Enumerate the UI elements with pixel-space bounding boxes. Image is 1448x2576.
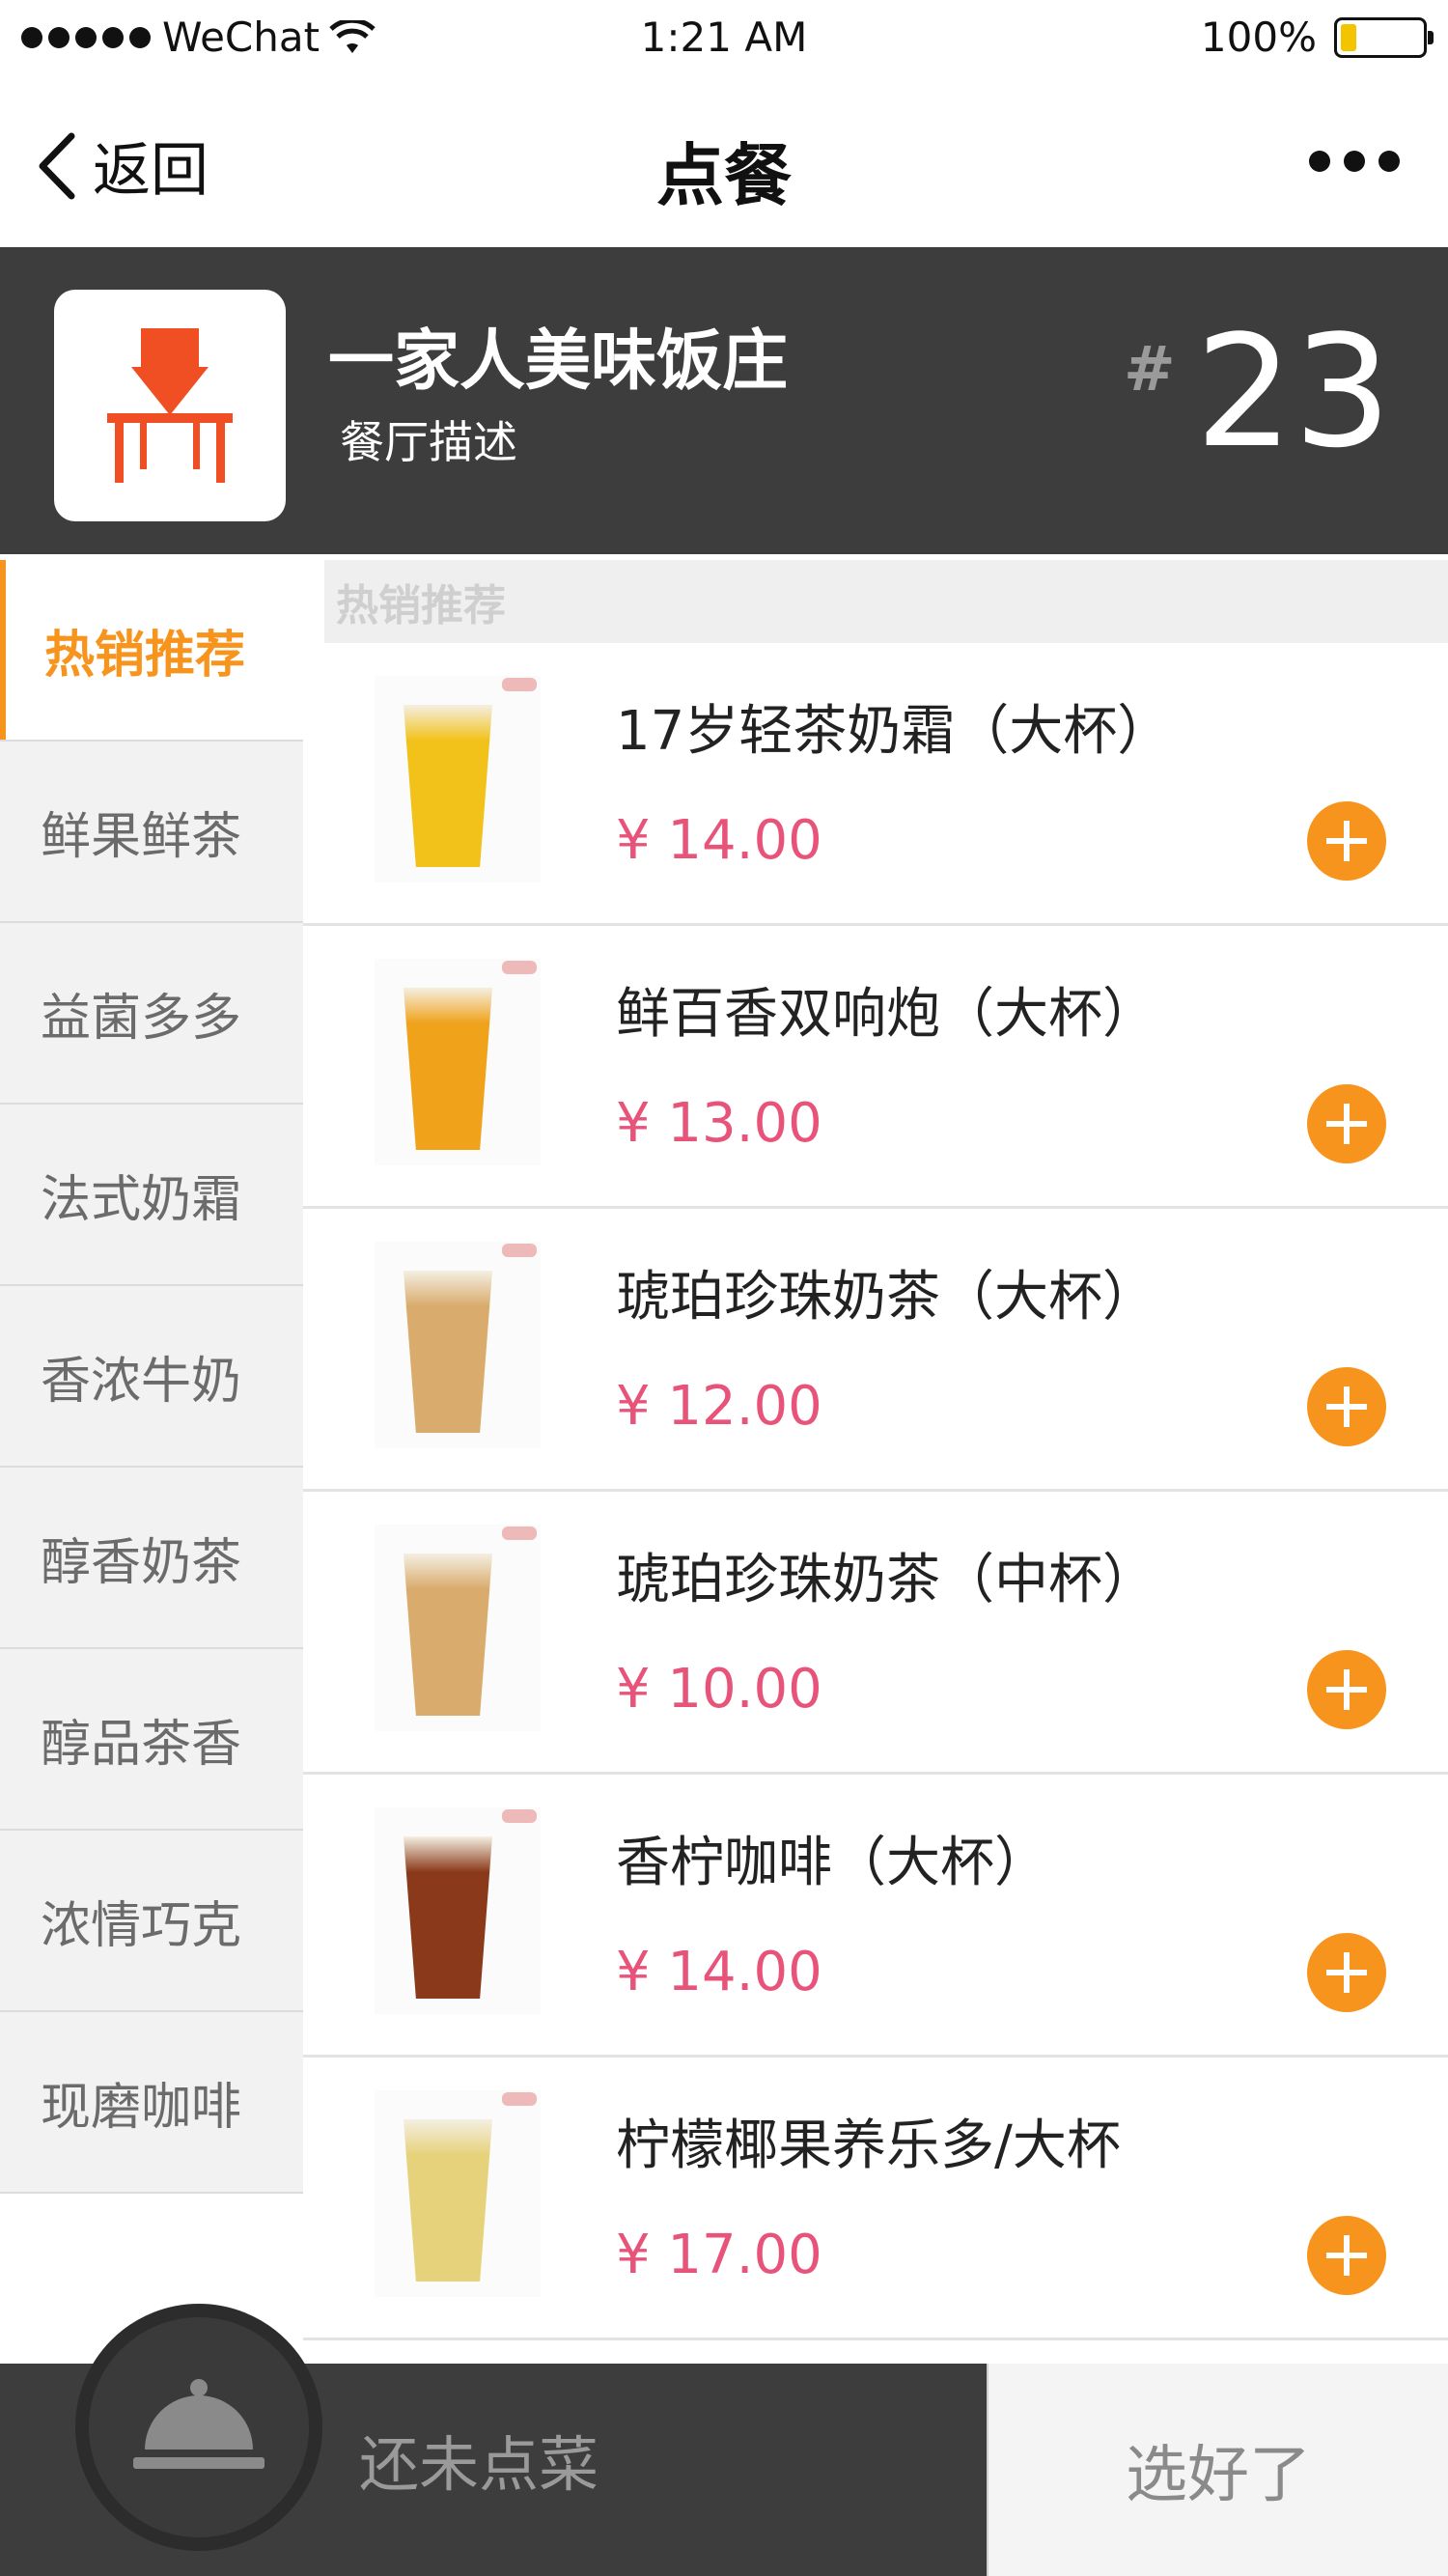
add-icon[interactable] <box>1307 1650 1386 1729</box>
category-item[interactable]: 香浓牛奶 <box>0 1286 303 1468</box>
menu-list: 热销推荐 17岁轻茶奶霜（大杯） ¥ 14.00 鲜百香双响炮（大杯） ¥ 13… <box>303 560 1448 2366</box>
status-right: 100% <box>1200 14 1434 61</box>
cloche-icon <box>133 2379 265 2469</box>
item-price: ¥ 10.00 <box>616 1658 822 1721</box>
status-bar: WeChat 1:21 AM 100% <box>0 0 1448 77</box>
menu-item[interactable]: 香柠咖啡（大杯） ¥ 14.00 <box>303 1775 1448 2058</box>
product-image <box>375 2090 541 2297</box>
nav-bar: 返回 点餐 <box>0 77 1448 247</box>
category-item[interactable]: 热销推荐 <box>0 560 303 742</box>
menu-item[interactable]: 琥珀珍珠奶茶（大杯） ¥ 12.00 <box>303 1209 1448 1492</box>
item-price: ¥ 17.00 <box>616 2224 822 2286</box>
battery-percent: 100% <box>1200 14 1317 61</box>
category-item[interactable]: 益菌多多 <box>0 923 303 1105</box>
item-name: 琥珀珍珠奶茶（中杯） <box>616 1549 1156 1611</box>
product-image <box>375 959 541 1165</box>
category-item[interactable]: 浓情巧克 <box>0 1831 303 2012</box>
battery-icon <box>1334 16 1434 58</box>
restaurant-name: 一家人美味饭庄 <box>328 323 789 400</box>
add-icon[interactable] <box>1307 1367 1386 1446</box>
cart-button[interactable] <box>75 2304 322 2551</box>
product-image <box>375 1807 541 2014</box>
add-icon[interactable] <box>1307 1933 1386 2012</box>
category-item[interactable]: 醇香奶茶 <box>0 1468 303 1649</box>
category-item[interactable]: 醇品茶香 <box>0 1649 303 1831</box>
item-name: 柠檬椰果养乐多/大杯 <box>616 2114 1121 2177</box>
table-number: 23 <box>1195 301 1392 482</box>
item-price: ¥ 14.00 <box>616 809 822 872</box>
category-item[interactable]: 鲜果鲜茶 <box>0 742 303 923</box>
item-name: 琥珀珍珠奶茶（大杯） <box>616 1266 1156 1329</box>
add-icon[interactable] <box>1307 2216 1386 2295</box>
menu-item[interactable]: 琥珀珍珠奶茶（中杯） ¥ 10.00 <box>303 1492 1448 1775</box>
menu-item[interactable]: 17岁轻茶奶霜（大杯） ¥ 14.00 <box>303 643 1448 926</box>
product-image <box>375 1525 541 1731</box>
item-name: 鲜百香双响炮（大杯） <box>616 983 1156 1046</box>
restaurant-description: 餐厅描述 <box>340 416 517 468</box>
category-item[interactable]: 现磨咖啡 <box>0 2012 303 2194</box>
add-icon[interactable] <box>1307 801 1386 881</box>
item-price: ¥ 12.00 <box>616 1375 822 1438</box>
category-sidebar: 热销推荐 鲜果鲜茶 益菌多多 法式奶霜 香浓牛奶 醇香奶茶 醇品茶香 浓情巧克 … <box>0 560 303 2194</box>
menu-item[interactable]: 柠檬椰果养乐多/大杯 ¥ 17.00 <box>303 2058 1448 2340</box>
restaurant-header: 一家人美味饭庄 餐厅描述 # 23 <box>0 247 1448 554</box>
add-icon[interactable] <box>1307 1084 1386 1163</box>
cart-empty-text: 还未点菜 <box>359 2429 599 2500</box>
item-price: ¥ 13.00 <box>616 1092 822 1155</box>
item-price: ¥ 14.00 <box>616 1941 822 2003</box>
product-image <box>375 1242 541 1448</box>
more-options-icon[interactable] <box>1309 151 1400 172</box>
table-hash: # <box>1124 334 1176 406</box>
item-name: 香柠咖啡（大杯） <box>616 1832 1048 1894</box>
done-button[interactable]: 选好了 <box>987 2364 1448 2576</box>
section-header: 热销推荐 <box>324 560 1448 643</box>
restaurant-logo <box>54 290 286 521</box>
chair-icon <box>107 328 233 483</box>
menu-item[interactable]: 鲜百香双响炮（大杯） ¥ 13.00 <box>303 926 1448 1209</box>
category-item[interactable]: 法式奶霜 <box>0 1105 303 1286</box>
item-name: 17岁轻茶奶霜（大杯） <box>616 700 1172 763</box>
page-title: 点餐 <box>656 136 792 215</box>
product-image <box>375 676 541 882</box>
